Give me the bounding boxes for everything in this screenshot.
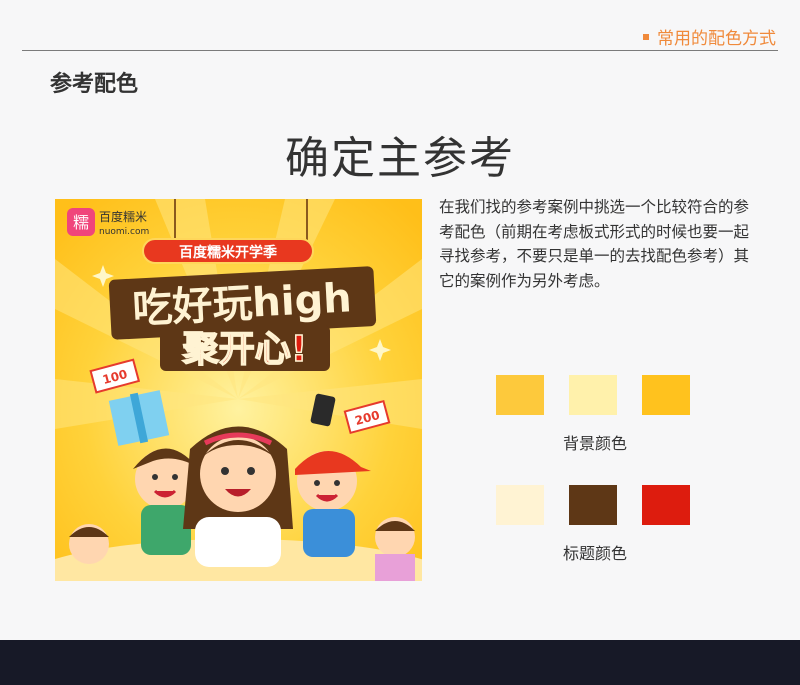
poster-illustration: 糯 百度糯米 nuomi.com 百度糯米开学季 吃好玩high 聚开心! 10… xyxy=(55,199,422,581)
top-nav[interactable]: 常用的配色方式 xyxy=(643,24,776,49)
section-title: 参考配色 xyxy=(50,72,139,97)
page-title: 确定主参考 xyxy=(285,133,515,184)
poster-badge: 百度糯米开学季 xyxy=(179,244,277,261)
bg-color-label: 背景颜色 xyxy=(562,434,627,453)
header-divider xyxy=(22,50,778,51)
description-text: 在我们找的参考案例中挑选一个比较符合的参考配色（前期在考虑板式形式的时候也要一起… xyxy=(439,198,750,290)
footer-bar xyxy=(0,640,800,685)
bg-color-swatch-2 xyxy=(569,375,617,415)
brand-domain: nuomi.com xyxy=(99,227,149,237)
title-color-swatch-2 xyxy=(569,485,617,525)
brand-name: 百度糯米 xyxy=(99,209,147,224)
bg-color-swatch-1 xyxy=(496,375,544,415)
brand-logo-char: 糯 xyxy=(73,213,89,232)
title-color-swatch-1 xyxy=(496,485,544,525)
reference-poster-image: 糯 百度糯米 nuomi.com 百度糯米开学季 吃好玩high 聚开心! 10… xyxy=(55,199,422,581)
nav-label[interactable]: 常用的配色方式 xyxy=(657,24,776,49)
poster-headline-2: 聚开心! xyxy=(182,329,307,370)
title-color-swatch-3 xyxy=(642,485,690,525)
title-color-label: 标题颜色 xyxy=(562,544,627,563)
bg-color-swatch-3 xyxy=(642,375,690,415)
nav-bullet-icon xyxy=(643,33,649,40)
